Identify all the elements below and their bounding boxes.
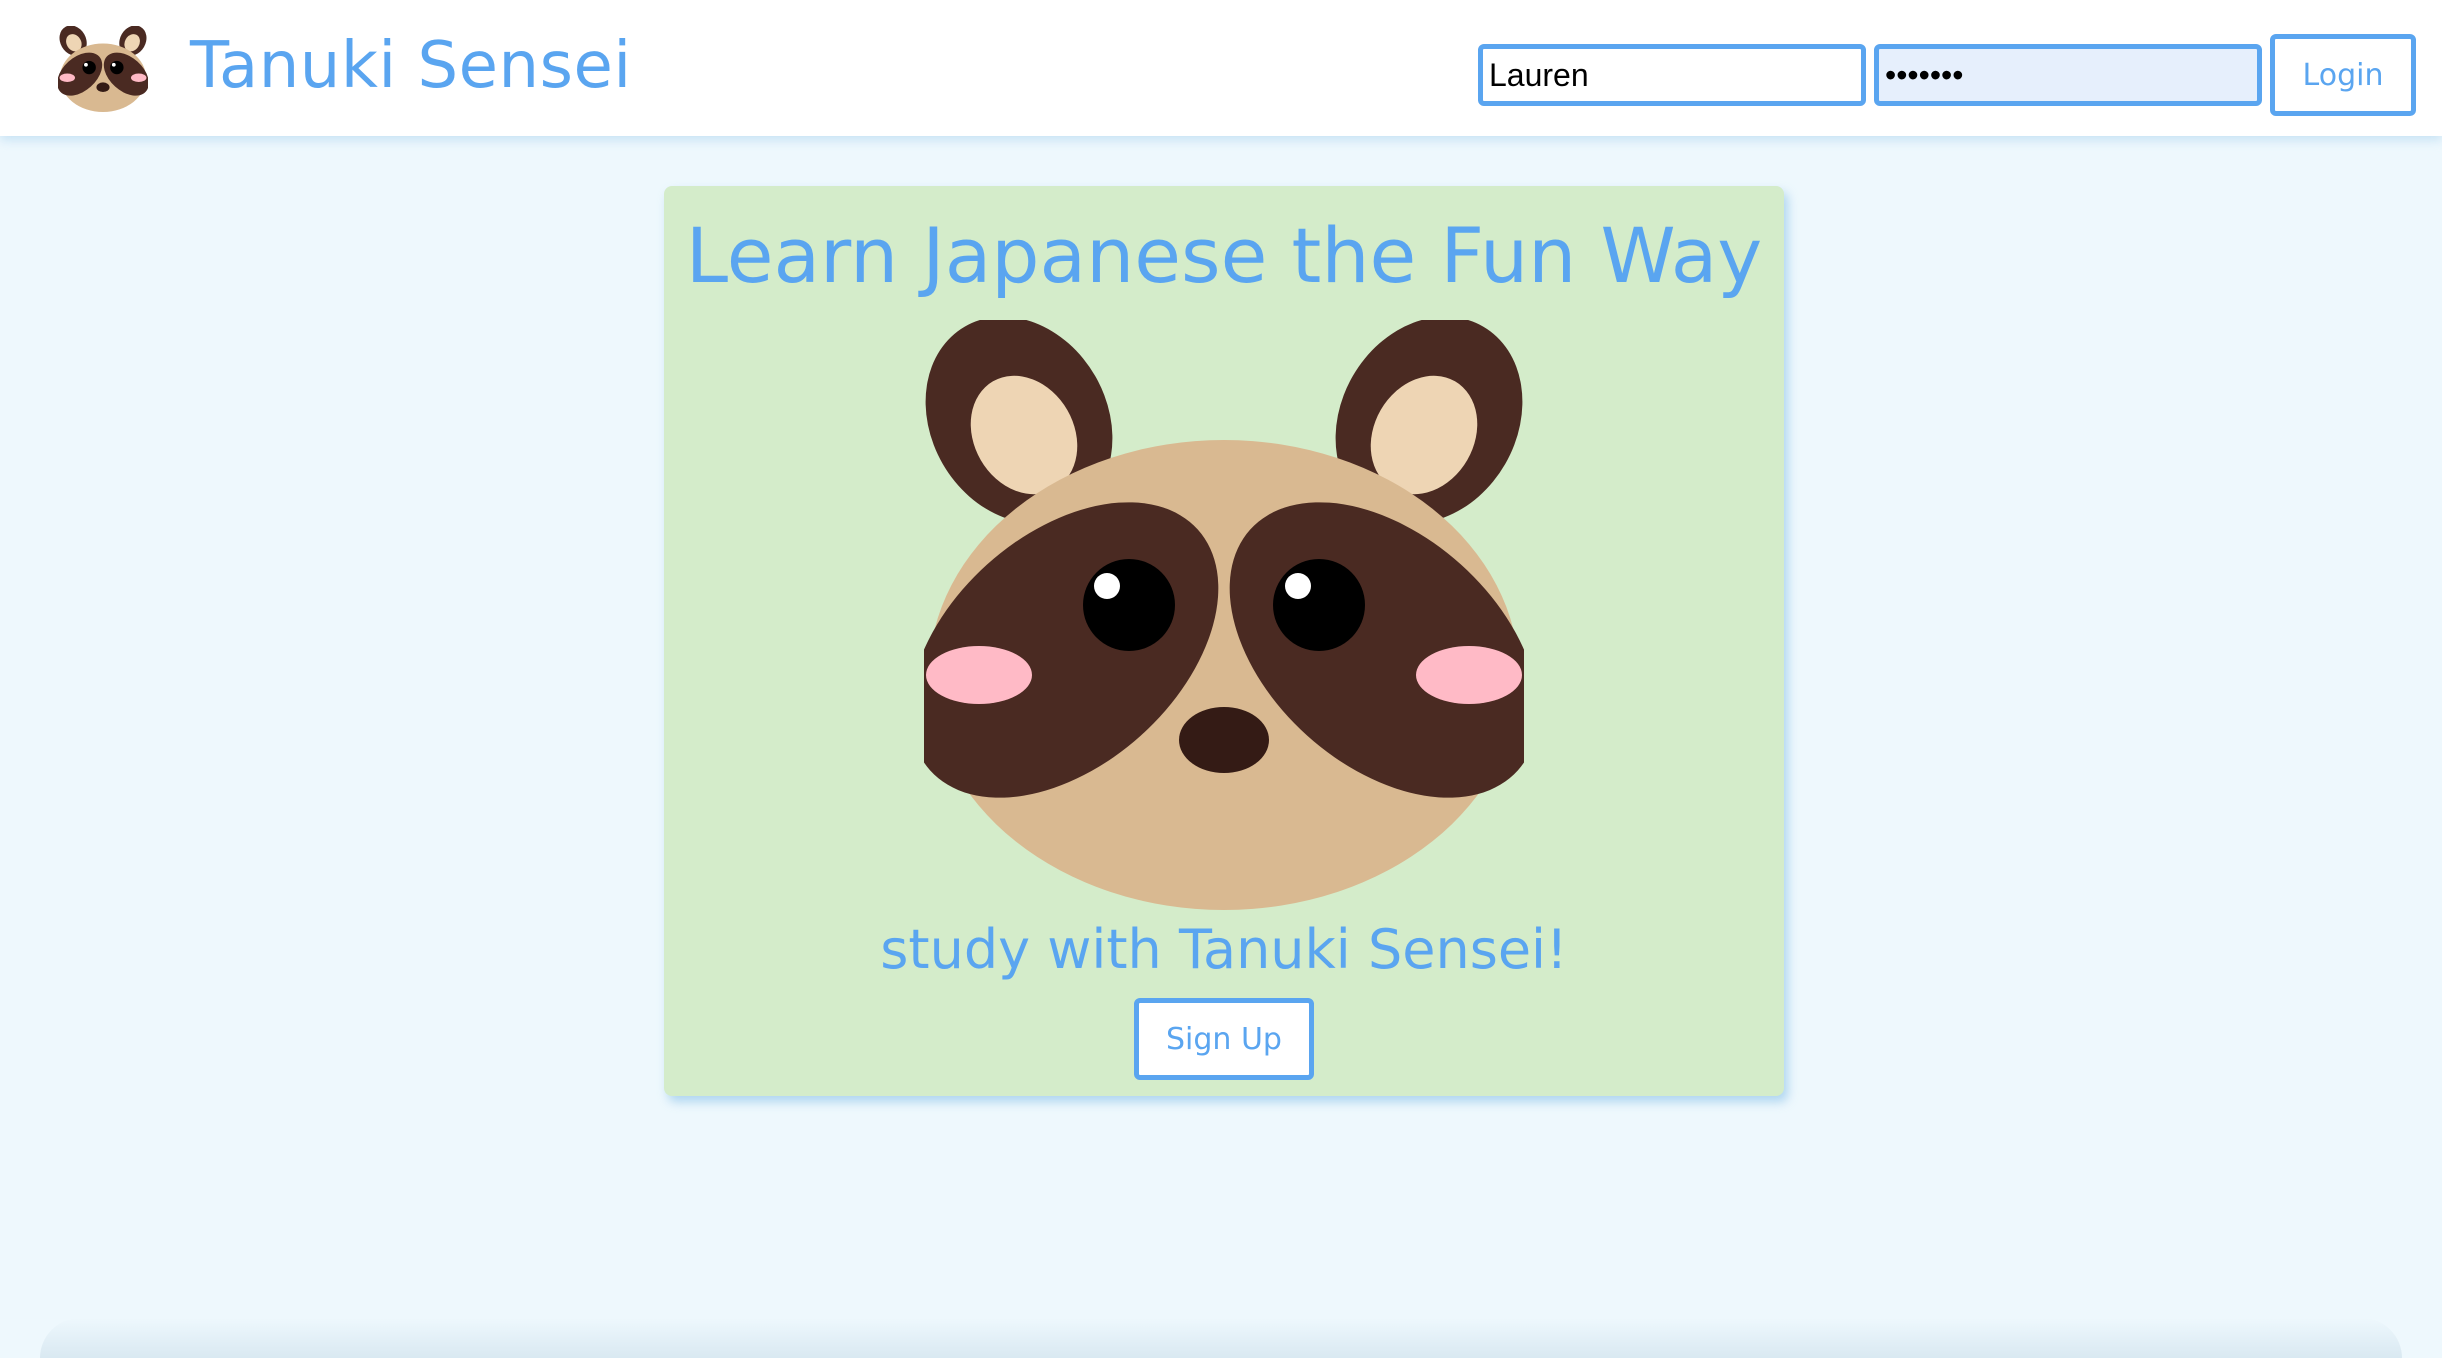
tanuki-illustration-icon [924,320,1524,910]
hero-subtitle: study with Tanuki Sensei! [880,918,1568,981]
tanuki-logo-icon[interactable] [58,26,148,112]
bottom-shadow [40,1318,2402,1358]
hero-card: Learn Japanese the Fun Way study with Ta… [664,186,1784,1096]
brand-name[interactable]: Tanuki Sensei [190,26,632,106]
top-navbar: Tanuki Sensei Login [0,0,2442,136]
sign-up-button[interactable]: Sign Up [1134,998,1314,1080]
hero-title: Learn Japanese the Fun Way [685,211,1763,300]
password-field[interactable] [1874,44,2262,106]
login-button[interactable]: Login [2270,34,2416,116]
username-field[interactable] [1478,44,1866,106]
